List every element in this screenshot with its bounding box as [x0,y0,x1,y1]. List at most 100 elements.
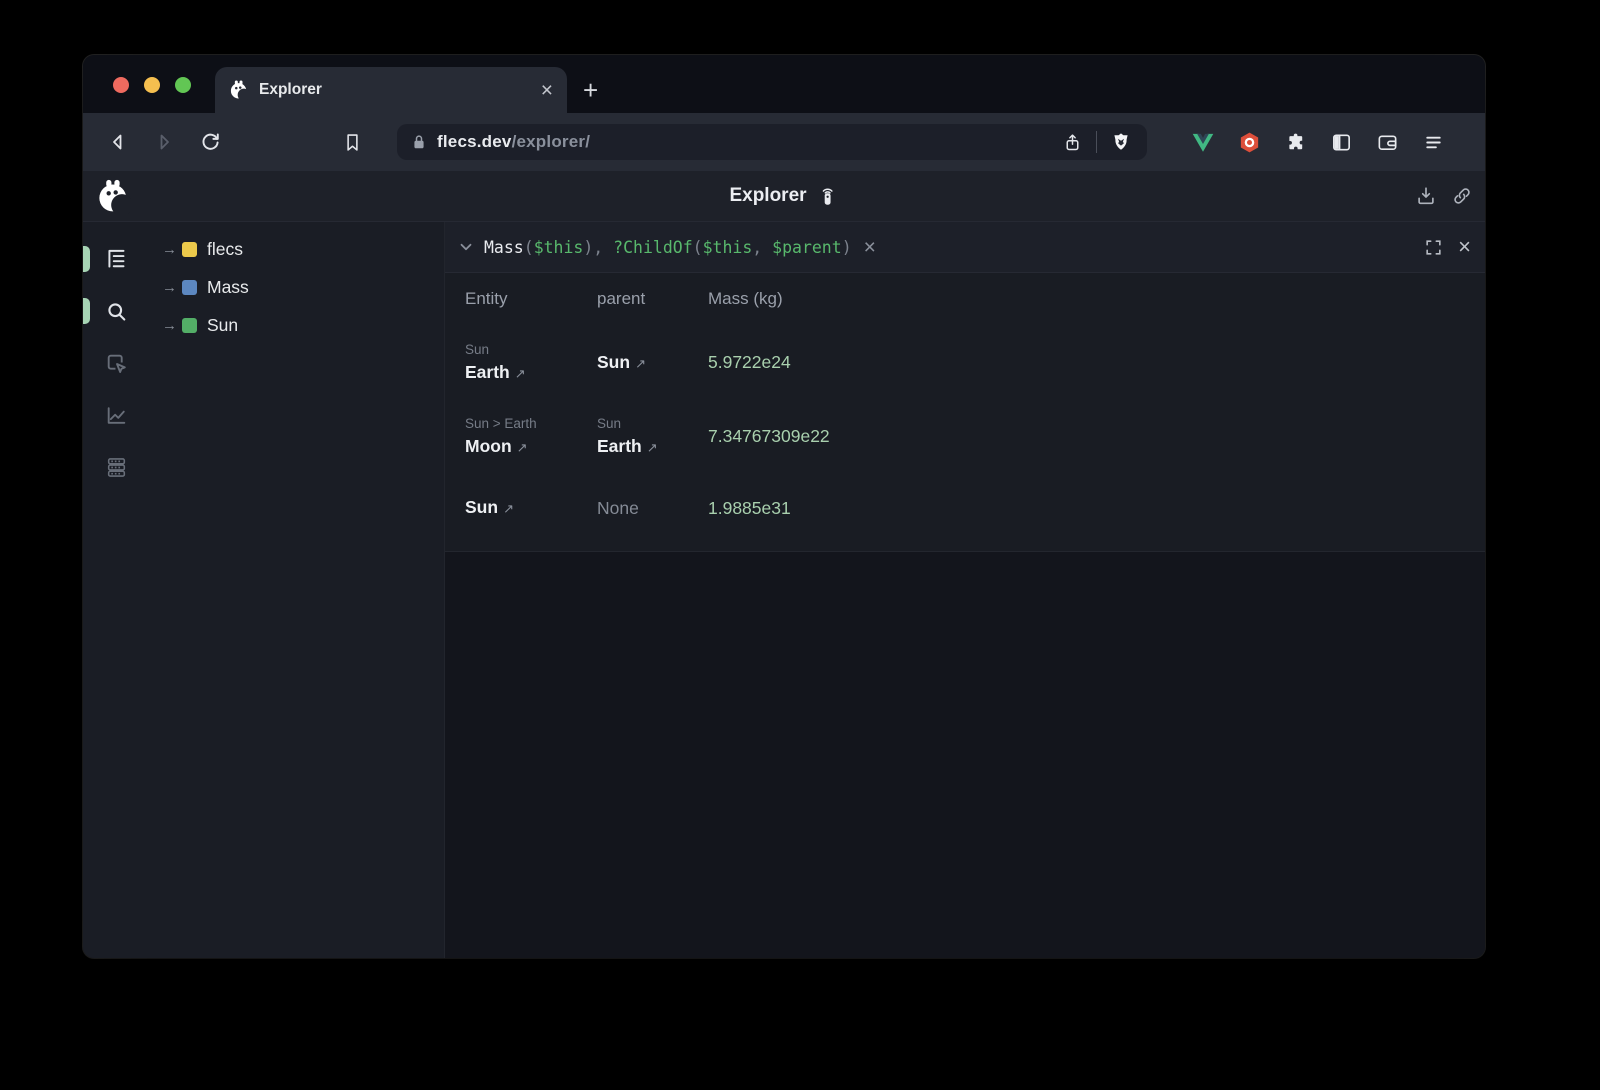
new-tab-button[interactable]: + [583,75,598,105]
parent-name: Sun [597,352,630,372]
entity-cell: Sun Earth ↗ [465,340,597,386]
entity-cell: Sun > Earth Moon↗ [465,414,597,460]
fullscreen-icon[interactable] [1424,238,1443,257]
query-punct: , [593,238,613,257]
expand-arrow-icon[interactable]: → [162,317,182,334]
query-panel-actions: × [1424,236,1471,258]
stats-chart-panel-icon[interactable] [104,402,130,428]
query-panel-empty-area [445,552,1485,958]
tree-item-mass[interactable]: → Mass [150,268,444,306]
entity-path: Sun > Earth [465,414,597,434]
query-punct: ) [842,238,852,257]
data-rows-panel-icon[interactable] [104,454,130,480]
tree-item-label: Mass [207,277,249,298]
wallet-icon[interactable] [1369,124,1405,160]
left-icon-rail [83,222,150,958]
expand-arrow-icon[interactable]: → [162,279,182,296]
extensions-puzzle-icon[interactable] [1277,124,1313,160]
parent-link[interactable]: Earth↗ [597,434,708,459]
mass-value: 1.9885e31 [708,498,1465,519]
app-title: Explorer [729,185,806,207]
vue-devtools-icon[interactable] [1185,124,1221,160]
browser-tab-explorer[interactable]: Explorer × [215,67,567,113]
bookmark-icon[interactable] [333,123,371,161]
column-header-mass: Mass (kg) [708,289,1465,309]
parent-none: None [597,498,708,519]
url-domain: flecs.dev [437,132,512,151]
scope-color-swatch [182,242,197,257]
query-expression[interactable]: Mass($this), ?ChildOf($this, $parent) [484,238,852,257]
app-content: → flecs → Mass → Sun [83,222,1485,958]
share-link-icon[interactable] [1451,185,1473,207]
column-header-entity: Entity [465,289,597,309]
forward-icon [145,123,183,161]
query-punct: , [752,238,772,257]
parent-name: Earth [597,436,642,456]
entity-link[interactable]: Sun ↗ [465,495,597,520]
parent-path: Sun [597,414,708,434]
reload-icon[interactable] [191,123,229,161]
connection-remote-icon[interactable] [817,185,839,207]
sidebar-toggle-icon[interactable] [1323,124,1359,160]
inspect-panel-icon[interactable] [104,350,130,376]
parent-cell: Sun Earth↗ [597,414,708,460]
entity-link[interactable]: Moon↗ [465,434,597,459]
query-variable: $this [703,238,753,257]
column-header-parent: parent [597,289,708,309]
query-header: Mass($this), ?ChildOf($this, $parent) × … [445,222,1485,273]
minimize-window-button[interactable] [144,77,160,93]
back-icon[interactable] [99,123,137,161]
mass-value: 5.9722e24 [708,352,1465,373]
url-bar[interactable]: flecs.dev/explorer/ [397,124,1147,160]
brave-shield-icon[interactable] [1107,128,1135,156]
parent-link[interactable]: Sun ↗ [597,350,708,375]
table-row: Sun Earth ↗ Sun ↗ 5.9722e24 [465,325,1465,400]
lock-icon [409,132,429,152]
entity-name: Moon [465,436,512,456]
desktop-background: Explorer × + flecs.dev/exp [0,0,1600,1090]
tree-item-sun[interactable]: → Sun [150,306,444,344]
browser-toolbar: flecs.dev/explorer/ [83,113,1485,171]
zoom-window-button[interactable] [175,77,191,93]
browser-window: Explorer × + flecs.dev/exp [83,55,1485,958]
entity-tree-panel: → flecs → Mass → Sun [150,222,445,958]
scope-color-swatch [182,318,197,333]
url-path: /explorer/ [512,132,591,151]
tree-item-label: flecs [207,239,243,260]
table-header-row: Entity parent Mass (kg) [465,273,1465,325]
window-controls [113,77,191,93]
url-separator [1096,131,1097,153]
chevron-down-icon[interactable] [457,238,475,256]
app-title-group: Explorer [729,171,838,221]
browser-tab-strip: Explorer × + [83,55,1485,113]
clear-query-icon[interactable]: × [864,237,876,258]
extensions-row [1185,124,1451,160]
menu-icon[interactable] [1415,124,1451,160]
external-link-icon: ↗ [515,366,526,381]
entity-link[interactable]: Earth ↗ [465,360,597,385]
flecs-favicon-icon [229,80,249,100]
query-punct: ( [524,238,534,257]
url-text: flecs.dev/explorer/ [437,132,590,152]
external-link-icon: ↗ [635,356,646,371]
query-variable: $parent [772,238,842,257]
share-icon[interactable] [1058,128,1086,156]
entity-name: Earth [465,362,510,382]
active-panel-indicator [83,246,90,272]
mass-value: 7.34767309e22 [708,426,1465,447]
close-panel-icon[interactable]: × [1458,236,1471,258]
tree-item-flecs[interactable]: → flecs [150,230,444,268]
tree-panel-icon[interactable] [104,246,130,272]
query-punct: ( [693,238,703,257]
flecs-logo-icon[interactable] [96,179,131,214]
close-window-button[interactable] [113,77,129,93]
tree-item-label: Sun [207,315,238,336]
entity-name: Sun [465,497,498,517]
download-icon[interactable] [1415,185,1437,207]
entity-path: Sun [465,340,597,360]
expand-arrow-icon[interactable]: → [162,241,182,258]
external-link-icon: ↗ [503,501,514,516]
tab-close-icon[interactable]: × [541,80,553,101]
query-search-panel-icon[interactable] [104,298,130,324]
hexagon-extension-icon[interactable] [1231,124,1267,160]
